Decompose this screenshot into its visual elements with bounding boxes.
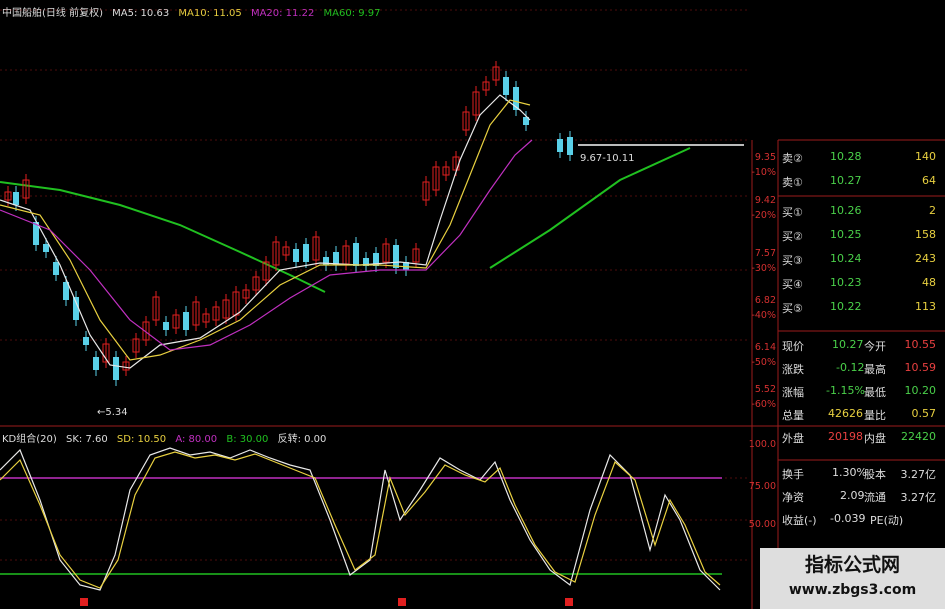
high-price-annotation: 9.67-10.11 [580,153,635,164]
candle-body-down [43,244,49,252]
price-axis-label: 5.52 [754,384,776,395]
order-book-volume: 243 [915,252,936,265]
quote-row-change: 涨跌 -0.12 最高 10.59 [782,361,936,376]
candle-body-down [333,252,339,265]
order-book-volume: 158 [915,228,936,241]
quote-row-pct: 涨幅 -1.15% 最低 10.20 [782,384,936,399]
order-book-row: 卖① 10.27 64 [780,174,940,196]
candle-body-down [393,245,399,268]
ma60-line-right [489,147,691,269]
order-book-row: 买② 10.25 158 [780,228,940,250]
kd-axis-label: 75.00 [748,481,776,492]
price-axis-label: 6.14 [754,342,776,353]
order-book-row: 买④ 10.23 48 [780,276,940,298]
candle-body-down [183,312,189,330]
order-book-price: 10.26 [830,204,862,217]
quote-row-price: 现价 10.27 今开 10.55 [782,338,937,353]
order-book-row: 买③ 10.24 243 [780,252,940,274]
quote-row-assets: 净资 2.09 流通 3.27亿 [782,489,936,504]
open-price: 10.55 [904,338,937,351]
quote-row-outer: 外盘 20198 内盘 22420 [782,430,936,445]
quote-row-earnings: 收益(-) -0.039 PE(动) [782,512,904,527]
price-axis-label: 9.42 [754,195,776,206]
order-book-volume: 2 [929,204,936,217]
order-book-price: 10.23 [830,276,862,289]
candle-body-down [113,357,119,380]
price-axis-label: -10% [751,167,776,178]
stock-chart-window: 中国船舶(日线 前复权) MA5: 10.63 MA10: 11.05 MA20… [0,0,945,609]
candle-body-down [303,244,309,262]
order-book-row: 卖② 10.28 140 [780,150,940,172]
order-book-level: 买① [782,206,803,219]
watermark-url: www.zbgs3.com [788,582,917,598]
ma20-line [0,139,533,351]
order-book-level: 卖① [782,176,803,189]
order-book-price: 10.28 [830,150,862,163]
candle-body-down [13,192,19,205]
candle-body-down [83,337,89,345]
candle-body-down [503,77,509,95]
price-axis-label: 9.35 [754,152,776,163]
kd-axis-label: 50.00 [748,519,776,530]
candle-body-down [567,137,573,155]
order-book-volume: 48 [922,276,936,289]
current-price: 10.27 [832,338,864,351]
candle-body-down [293,249,299,262]
watermark-badge: 指标公式网 www.zbgs3.com [760,548,945,609]
signal-marker [398,598,406,606]
order-book-level: 卖② [782,152,803,165]
order-book-price: 10.25 [830,228,862,241]
candle-body-down [557,139,563,152]
order-book-level: 买⑤ [782,302,803,315]
order-book-level: 买② [782,230,803,243]
order-book-level: 买④ [782,278,803,291]
order-book-price: 10.22 [830,300,862,313]
price-axis-label: -50% [751,357,776,368]
ma10-line [0,99,531,361]
quote-row-volume: 总量 42626 量比 0.57 [782,407,936,422]
price-axis-label: -60% [751,399,776,410]
watermark-title: 指标公式网 [804,554,900,576]
candle-body-down [163,322,169,330]
quote-row-turnover: 换手 1.30% 股本 3.27亿 [782,466,936,481]
signal-marker [565,598,573,606]
candle-body-down [353,243,359,266]
order-book-volume: 140 [915,150,936,163]
order-book-volume: 113 [915,300,936,313]
price-axis-label: 6.82 [754,295,776,306]
order-book-price: 10.24 [830,252,862,265]
price-axis-label: -40% [751,310,776,321]
order-book-row: 买① 10.26 2 [780,204,940,226]
signal-marker [80,598,88,606]
price-axis-label: -20% [751,210,776,221]
candle-body-down [93,357,99,370]
low-price-annotation: ←5.34 [97,407,128,418]
kd-axis-label: 100.0 [748,439,776,450]
candle-body-down [53,262,59,275]
price-axis-label: 7.57 [754,248,776,259]
order-book-row: 买⑤ 10.22 113 [780,300,940,322]
order-book-price: 10.27 [830,174,862,187]
order-book-volume: 64 [922,174,936,187]
ma5-line [0,94,531,369]
order-book-level: 买③ [782,254,803,267]
price-axis-label: -30% [751,263,776,274]
